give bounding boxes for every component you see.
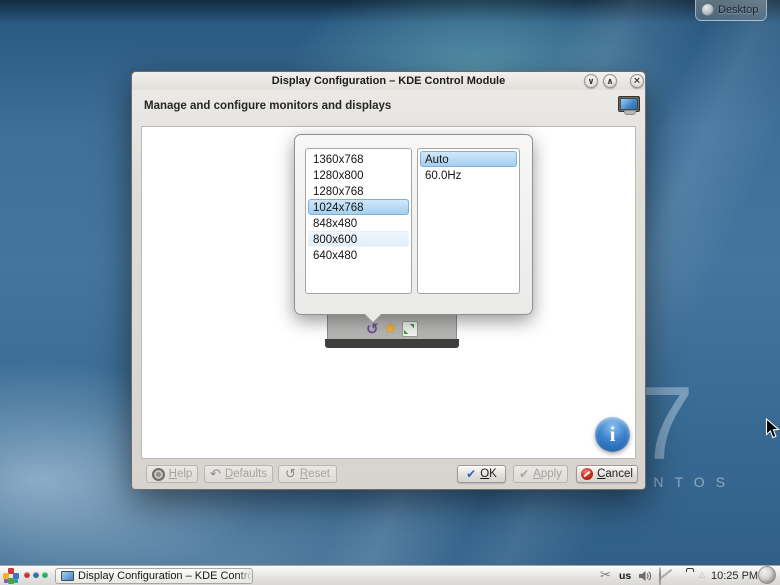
screen-widget-base: [325, 339, 459, 348]
help-label: Help: [169, 468, 193, 480]
network-disconnected-icon[interactable]: [659, 567, 661, 585]
resolution-option[interactable]: 1280x800: [308, 167, 409, 183]
resize-arrows-icon: [403, 323, 415, 335]
resolution-popup: 1360x7681280x8001280x7681024x768848x4808…: [294, 134, 533, 315]
task-monitor-icon: [61, 571, 74, 581]
task-label: Display Configuration – KDE Control Modu…: [78, 570, 253, 582]
resize-screen-icon[interactable]: [402, 321, 418, 337]
ok-check-icon: ✔: [466, 468, 476, 480]
desktop-toolbox-label: Desktop: [718, 4, 758, 16]
resolution-option[interactable]: 1024x768: [308, 199, 409, 215]
taskbar-window-button[interactable]: Display Configuration – KDE Control Modu…: [55, 568, 253, 584]
minimize-button[interactable]: ∨: [584, 74, 598, 88]
taskbar: Display Configuration – KDE Control Modu…: [0, 565, 780, 585]
resolution-list[interactable]: 1360x7681280x8001280x7681024x768848x4808…: [305, 148, 412, 294]
primary-screen-icon[interactable]: ★: [384, 321, 397, 337]
mouse-cursor: [765, 418, 780, 440]
display-configuration-window: Display Configuration – KDE Control Modu…: [131, 71, 646, 490]
reset-button[interactable]: ↺ Reset: [278, 465, 337, 483]
cancel-icon: [581, 468, 593, 480]
cashew-icon: [702, 4, 714, 16]
panel-cashew-icon[interactable]: [758, 566, 776, 584]
resolution-option[interactable]: 1280x768: [308, 183, 409, 199]
page-title: Manage and configure monitors and displa…: [144, 100, 391, 112]
monitor-screen: [621, 99, 637, 109]
help-icon: [152, 468, 165, 481]
help-button[interactable]: Help: [146, 465, 198, 483]
desktop-toolbox-button[interactable]: Desktop: [695, 0, 767, 21]
launcher-square-purple: [4, 579, 8, 583]
clock[interactable]: 10:25 PM: [711, 566, 758, 585]
reset-label: Reset: [300, 468, 330, 480]
tray-expand-icon[interactable]: △: [699, 566, 705, 584]
reset-icon: ↺: [285, 468, 296, 480]
display-module-icon: [618, 96, 640, 112]
rotate-screen-icon[interactable]: ↺: [366, 322, 379, 337]
refresh-rate-option[interactable]: 60.0Hz: [420, 167, 517, 183]
defaults-label: Defaults: [225, 468, 267, 480]
window-title: Display Configuration – KDE Control Modu…: [272, 75, 505, 87]
desktop: 7 ENTOS Desktop Display Configuration – …: [0, 0, 780, 585]
monitor-stand: [624, 110, 636, 115]
cancel-label: Cancel: [597, 468, 633, 480]
pager-dot-3[interactable]: [42, 572, 48, 578]
launcher-square-teal: [14, 579, 18, 583]
resolution-option[interactable]: 640x480: [308, 247, 409, 263]
defaults-icon: ↶: [210, 468, 221, 480]
volume-icon[interactable]: [638, 570, 653, 582]
resolution-option[interactable]: 800x600: [308, 231, 409, 247]
apply-button[interactable]: ✔ Apply: [513, 465, 568, 483]
apply-label: Apply: [533, 468, 562, 480]
pager-dot-1[interactable]: [24, 572, 30, 578]
defaults-button[interactable]: ↶ Defaults: [204, 465, 273, 483]
clipboard-scissors-icon[interactable]: ✂: [600, 567, 611, 583]
resolution-option[interactable]: 1360x768: [308, 151, 409, 167]
resolution-option[interactable]: 848x480: [308, 215, 409, 231]
refresh-rate-list[interactable]: Auto60.0Hz: [417, 148, 520, 294]
close-button[interactable]: ×: [630, 74, 644, 88]
centos-watermark-text: ENTOS: [633, 474, 736, 490]
ok-button[interactable]: ✔ OK: [457, 465, 506, 483]
ok-label: OK: [480, 468, 497, 480]
keyboard-layout-indicator[interactable]: us: [619, 567, 631, 585]
apply-check-icon: ✔: [519, 468, 529, 480]
window-titlebar[interactable]: Display Configuration – KDE Control Modu…: [132, 72, 645, 90]
info-button[interactable]: i: [595, 417, 630, 452]
pager-dot-2[interactable]: [33, 572, 39, 578]
app-launcher-icon[interactable]: [3, 568, 19, 584]
cancel-button[interactable]: Cancel: [576, 465, 638, 483]
refresh-rate-option[interactable]: Auto: [420, 151, 517, 167]
maximize-button[interactable]: ∧: [603, 74, 617, 88]
